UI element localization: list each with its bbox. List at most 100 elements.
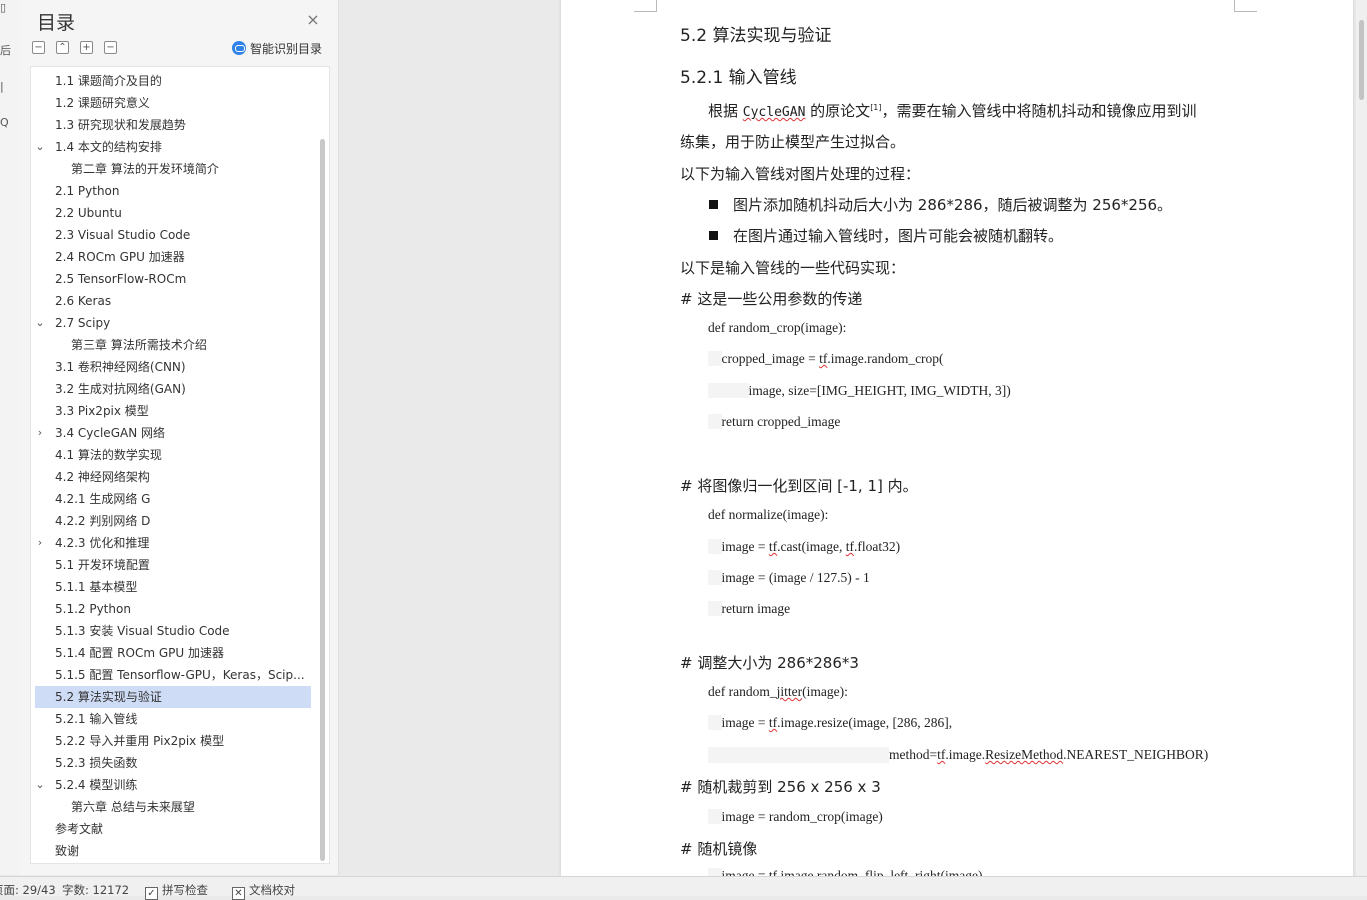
outline-item[interactable]: 5.1 开发环境配置 <box>35 554 311 576</box>
spell-check-toggle[interactable]: ✓ 拼写检查 <box>145 882 208 900</box>
outline-item[interactable]: 5.2.4 模型训练 <box>35 774 311 796</box>
outline-panel: 目录 × − ⌃ + − 智能识别目录 1.1 课题简介及目的 1.2 课题研究意… <box>20 0 339 875</box>
outline-item-label: 4.2.3 优化和推理 <box>55 536 150 550</box>
outline-item[interactable]: 5.1.3 安装 Visual Studio Code <box>35 620 311 642</box>
outline-scrollbar[interactable] <box>320 139 325 861</box>
code-line: image = random_crop(image) <box>708 809 883 825</box>
code-line: image = (image / 127.5) - 1 <box>708 570 870 586</box>
outline-item[interactable]: 5.1.5 配置 Tensorflow-GPU，Keras，Scip... <box>35 664 311 686</box>
outline-item[interactable]: 4.2.1 生成网络 G <box>35 488 311 510</box>
outline-item-label: 1.2 课题研究意义 <box>55 96 150 110</box>
status-bar: 页面: 29/43 字数: 12172 ✓拼写检查 ✕文档校对 <box>0 876 1367 900</box>
word-count[interactable]: 字数: 12172 <box>62 882 129 898</box>
add-heading-button[interactable]: + <box>80 41 93 54</box>
outline-item-label: 3.1 卷积神经网络(CNN) <box>55 360 186 374</box>
outline-item[interactable]: 2.2 Ubuntu <box>35 202 311 224</box>
outline-item-label: 4.2.2 判别网络 D <box>55 514 151 528</box>
code-comment: # 将图像归一化到区间 [-1, 1] 内。 <box>680 477 918 495</box>
outline-item[interactable]: 参考文献 <box>35 818 311 840</box>
code-comment: # 随机裁剪到 256 x 256 x 3 <box>680 778 881 796</box>
page-counter[interactable]: 页面: 29/43 <box>0 882 56 898</box>
outline-item[interactable]: 5.2.2 导入并重用 Pix2pix 模型 <box>35 730 311 752</box>
outline-item-label: 致谢 <box>55 844 80 858</box>
outline-item[interactable]: 2.3 Visual Studio Code <box>35 224 311 246</box>
outline-item-label: 4.2.1 生成网络 G <box>55 492 151 506</box>
chevron-down-icon[interactable]: ⌄ <box>34 312 46 334</box>
bullet-item: 图片添加随机抖动后大小为 286*286，随后被调整为 256*256。 <box>709 194 1172 215</box>
outline-item[interactable]: 4.2 神经网络架构 <box>35 466 311 488</box>
paragraph: 以下为输入管线对图片处理的过程： <box>680 165 921 183</box>
outline-item[interactable]: 4.2.2 判别网络 D <box>35 510 311 532</box>
outline-item-label: 5.1.4 配置 ROCm GPU 加速器 <box>55 646 224 660</box>
smart-toc-button[interactable]: 智能识别目录 <box>232 40 322 57</box>
outline-item[interactable]: 1.4 本文的结构安排 <box>35 136 311 158</box>
outline-item[interactable]: 4.2.3 优化和推理 <box>35 532 311 554</box>
cross-icon: ✕ <box>232 887 245 900</box>
code-line: image = tf.image.random_flip_left_right(… <box>708 868 983 876</box>
heading-5-2-1: 5.2.1 输入管线 <box>680 68 797 88</box>
outline-item[interactable]: 3.4 CycleGAN 网络 <box>35 422 311 444</box>
outline-item[interactable]: 1.3 研究现状和发展趋势 <box>35 114 311 136</box>
check-icon: ✓ <box>145 887 158 900</box>
outline-item[interactable]: 3.3 Pix2pix 模型 <box>35 400 311 422</box>
chevron-right-icon[interactable]: › <box>34 532 46 554</box>
left-tool-strip: ▯ 后 | Q <box>0 0 21 875</box>
outline-item-label: 5.1.3 安装 Visual Studio Code <box>55 624 230 638</box>
outline-item-label: 1.1 课题简介及目的 <box>55 74 162 88</box>
outline-item-label: 参考文献 <box>55 822 104 836</box>
code-comment: # 这是一些公用参数的传递 <box>680 290 863 308</box>
document-scrollbar[interactable] <box>1356 0 1367 876</box>
document-scroll-thumb[interactable] <box>1359 20 1364 100</box>
outline-item[interactable]: 2.1 Python <box>35 180 311 202</box>
outline-item[interactable]: 2.7 Scipy <box>35 312 311 334</box>
code-line: image = tf.cast(image, tf.float32) <box>708 539 900 555</box>
outline-item-label: 5.1.5 配置 Tensorflow-GPU，Keras，Scip... <box>55 668 305 682</box>
code-line: image, size=[IMG_HEIGHT, IMG_WIDTH, 3]) <box>708 383 1011 399</box>
outline-item[interactable]: 1.2 课题研究意义 <box>35 92 311 114</box>
outline-item[interactable]: 第三章 算法所需技术介绍 <box>35 334 311 356</box>
outline-item-label: 3.4 CycleGAN 网络 <box>55 426 165 440</box>
outline-item-label: 5.1.1 基本模型 <box>55 580 138 594</box>
outline-item[interactable]: 第六章 总结与未来展望 <box>35 796 311 818</box>
outline-item[interactable]: 1.1 课题简介及目的 <box>35 70 311 92</box>
outline-item[interactable]: 5.1.1 基本模型 <box>35 576 311 598</box>
close-icon[interactable]: × <box>305 12 321 28</box>
nav-icon[interactable]: ▯ <box>0 1 12 15</box>
outline-item[interactable]: 3.1 卷积神经网络(CNN) <box>35 356 311 378</box>
outline-item[interactable]: 3.2 生成对抗网络(GAN) <box>35 378 311 400</box>
paragraph: 练集，用于防止模型产生过拟合。 <box>680 133 906 151</box>
outline-item-label: 3.3 Pix2pix 模型 <box>55 404 149 418</box>
outline-item[interactable]: 5.2.1 输入管线 <box>35 708 311 730</box>
outline-item-label: 2.7 Scipy <box>55 316 111 330</box>
code-line: method=tf.image.ResizeMethod.NEAREST_NEI… <box>708 747 1208 763</box>
outline-item[interactable]: 5.1.2 Python <box>35 598 311 620</box>
outline-item[interactable]: 2.6 Keras <box>35 290 311 312</box>
outline-item[interactable]: 致谢 <box>35 840 311 862</box>
collapse-all-button[interactable]: − <box>32 41 45 54</box>
nav-icon[interactable]: 后 <box>0 44 12 58</box>
paragraph: 以下是输入管线的一些代码实现： <box>680 259 906 277</box>
bullet-icon <box>709 231 718 240</box>
code-comment: # 随机镜像 <box>680 840 758 858</box>
expand-up-button[interactable]: ⌃ <box>56 41 69 54</box>
search-icon[interactable]: Q <box>0 116 12 130</box>
outline-item[interactable]: 2.5 TensorFlow-ROCm <box>35 268 311 290</box>
outline-item[interactable]: 第二章 算法的开发环境简介 <box>35 158 311 180</box>
outline-item[interactable]: 5.2.3 损失函数 <box>35 752 311 774</box>
outline-item[interactable]: 2.4 ROCm GPU 加速器 <box>35 246 311 268</box>
document-page: 5.2 算法实现与验证 5.2.1 输入管线 根据 CycleGAN 的原论文[… <box>561 0 1353 876</box>
remove-heading-button[interactable]: − <box>104 41 117 54</box>
outline-item[interactable]: 4.1 算法的数学实现 <box>35 444 311 466</box>
chevron-down-icon[interactable]: ⌄ <box>34 774 46 796</box>
outline-item[interactable]: 5.1.4 配置 ROCm GPU 加速器 <box>35 642 311 664</box>
chevron-down-icon[interactable]: ⌄ <box>34 136 46 158</box>
document-body[interactable]: 5.2 算法实现与验证 5.2.1 输入管线 根据 CycleGAN 的原论文[… <box>561 0 1353 876</box>
outline-item-label: 第三章 算法所需技术介绍 <box>71 338 207 352</box>
outline-item-label: 2.2 Ubuntu <box>55 206 122 220</box>
proofread-toggle[interactable]: ✕ 文档校对 <box>232 882 295 900</box>
outline-item-label: 5.2.2 导入并重用 Pix2pix 模型 <box>55 734 225 748</box>
nav-icon[interactable]: | <box>0 80 12 94</box>
outline-item-label: 2.3 Visual Studio Code <box>55 228 191 242</box>
outline-item[interactable]: 5.2 算法实现与验证 <box>35 686 311 708</box>
chevron-right-icon[interactable]: › <box>34 422 46 444</box>
